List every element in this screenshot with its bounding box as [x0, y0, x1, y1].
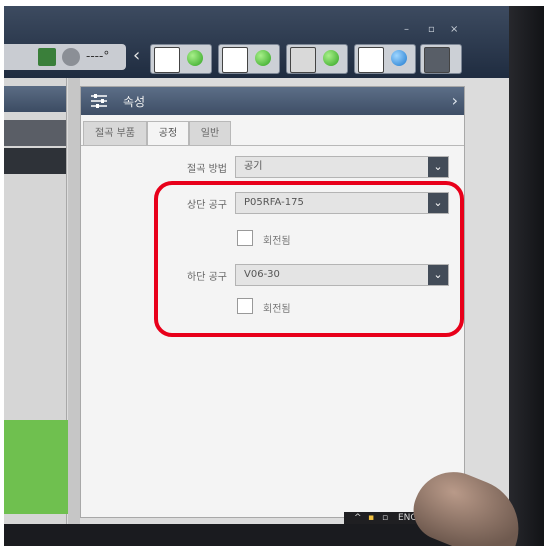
- tab-process[interactable]: 공정: [147, 121, 189, 147]
- disc-icon: [62, 48, 80, 66]
- panel-title: 속성: [123, 95, 146, 109]
- toolbar-selector[interactable]: ----°: [4, 44, 126, 70]
- tab-bending-part[interactable]: 절곡 부품: [83, 121, 147, 147]
- sliders-icon: [91, 94, 107, 108]
- bending-method-label: 절곡 방법: [187, 164, 227, 175]
- monitor-bezel: [504, 6, 544, 546]
- wifi-icon[interactable]: ▪: [368, 513, 374, 523]
- left-panel-header: [4, 86, 66, 112]
- left-panel: [4, 78, 74, 524]
- restore-button[interactable]: ▫: [428, 24, 435, 35]
- bending-preview-thumbnail[interactable]: [4, 420, 74, 514]
- station-1-status[interactable]: [150, 44, 212, 74]
- toolbar-dropdown-text: ----°: [86, 49, 110, 63]
- status-green-icon: [187, 50, 203, 66]
- chevron-down-icon[interactable]: ⌄: [428, 157, 448, 177]
- chevron-left-icon[interactable]: ‹: [133, 44, 140, 68]
- splitter[interactable]: [68, 78, 80, 524]
- refresh-icon: [358, 47, 384, 73]
- red-annotation-box: [154, 181, 464, 337]
- tab-general[interactable]: 일반: [189, 121, 231, 147]
- monitor-icon: [290, 47, 316, 73]
- chevron-up-icon[interactable]: ^: [354, 513, 362, 523]
- left-panel-row[interactable]: [4, 148, 66, 174]
- speaker-icon[interactable]: ▫: [382, 513, 388, 523]
- station-2-status[interactable]: [218, 44, 280, 74]
- checkmark-icon: [424, 47, 450, 73]
- bending-method-value: 공기: [244, 161, 263, 172]
- status-blue-icon: [391, 50, 407, 66]
- tool-station-icon: [154, 47, 180, 73]
- monitor-photo: – ▫ × ----° ‹ 속성 › 절곡 부품 공정 일반 절곡 방법 공기 …: [4, 6, 544, 546]
- station-3-status[interactable]: [286, 44, 348, 74]
- minimize-button[interactable]: –: [404, 24, 409, 35]
- box-icon: [38, 48, 56, 66]
- station-4-status[interactable]: [354, 44, 416, 74]
- top-toolbar: – ▫ × ----° ‹: [4, 6, 509, 78]
- chevron-right-icon[interactable]: ›: [452, 91, 458, 110]
- left-panel-row[interactable]: [4, 120, 66, 146]
- check-menu[interactable]: [420, 44, 462, 74]
- status-green-icon: [323, 50, 339, 66]
- robot-icon: [222, 47, 248, 73]
- close-button[interactable]: ×: [450, 24, 458, 35]
- properties-header: 속성 ›: [81, 87, 464, 115]
- bending-method-select[interactable]: 공기 ⌄: [235, 156, 449, 178]
- status-green-icon: [255, 50, 271, 66]
